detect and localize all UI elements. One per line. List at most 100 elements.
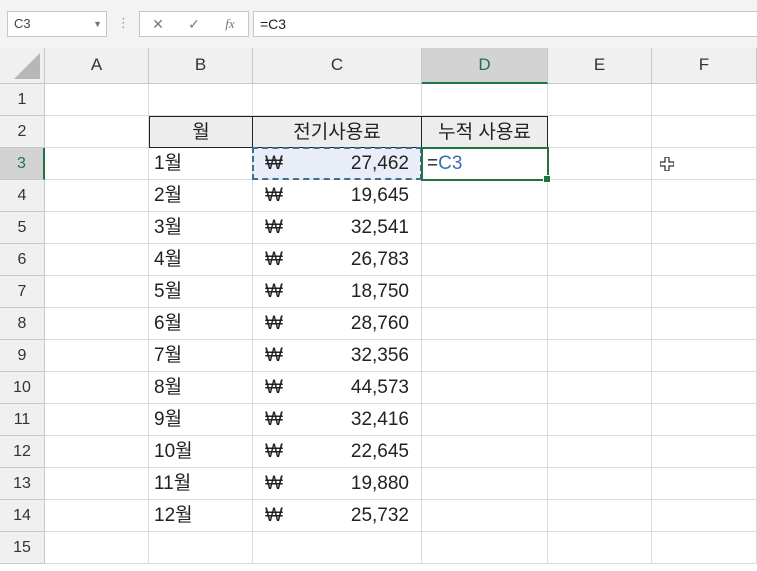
cell-a1[interactable] (45, 84, 149, 116)
cell-e4[interactable] (548, 180, 652, 212)
enter-icon[interactable]: ✓ (179, 12, 209, 36)
cell-d1[interactable] (422, 84, 548, 116)
row-header-11[interactable]: 11 (0, 404, 45, 436)
table-header-3[interactable]: 누적 사용료 (422, 116, 548, 148)
amount-cell[interactable]: ₩19,645 (253, 180, 422, 212)
cell-f4[interactable] (652, 180, 757, 212)
cell-d15[interactable] (422, 532, 548, 564)
cell-f5[interactable] (652, 212, 757, 244)
cell-f15[interactable] (652, 532, 757, 564)
row-header-14[interactable]: 14 (0, 500, 45, 532)
month-cell[interactable]: 11월 (149, 468, 253, 500)
cell-a5[interactable] (45, 212, 149, 244)
month-cell[interactable]: 3월 (149, 212, 253, 244)
cell-a3[interactable] (45, 148, 149, 180)
cell-e8[interactable] (548, 308, 652, 340)
month-cell[interactable]: 1월 (149, 148, 253, 180)
cell-f9[interactable] (652, 340, 757, 372)
cancel-icon[interactable]: ✕ (143, 12, 173, 36)
row-header-2[interactable]: 2 (0, 116, 45, 148)
insert-function-icon[interactable]: fx (215, 12, 245, 36)
row-header-13[interactable]: 13 (0, 468, 45, 500)
cell-a14[interactable] (45, 500, 149, 532)
column-header-b[interactable]: B (149, 48, 253, 84)
cell-d10[interactable] (422, 372, 548, 404)
cell-c1[interactable] (253, 84, 422, 116)
row-header-1[interactable]: 1 (0, 84, 45, 116)
cell-d11[interactable] (422, 404, 548, 436)
cell-e15[interactable] (548, 532, 652, 564)
amount-cell[interactable]: ₩22,645 (253, 436, 422, 468)
cell-f11[interactable] (652, 404, 757, 436)
row-header-6[interactable]: 6 (0, 244, 45, 276)
amount-cell[interactable]: ₩32,541 (253, 212, 422, 244)
cell-e12[interactable] (548, 436, 652, 468)
column-header-d[interactable]: D (422, 48, 548, 84)
cell-d13[interactable] (422, 468, 548, 500)
row-header-8[interactable]: 8 (0, 308, 45, 340)
cell-a11[interactable] (45, 404, 149, 436)
column-header-a[interactable]: A (45, 48, 149, 84)
cell-f1[interactable] (652, 84, 757, 116)
cell-d3-editing[interactable]: =C3 (422, 148, 548, 180)
month-cell[interactable]: 6월 (149, 308, 253, 340)
cell-a7[interactable] (45, 276, 149, 308)
cell-d5[interactable] (422, 212, 548, 244)
amount-cell[interactable]: ₩32,416 (253, 404, 422, 436)
amount-cell[interactable]: ₩44,573 (253, 372, 422, 404)
cell-d9[interactable] (422, 340, 548, 372)
cell-e3[interactable] (548, 148, 652, 180)
cell-e13[interactable] (548, 468, 652, 500)
select-all-button[interactable] (0, 48, 45, 84)
row-header-4[interactable]: 4 (0, 180, 45, 212)
cell-d12[interactable] (422, 436, 548, 468)
month-cell[interactable]: 10월 (149, 436, 253, 468)
month-cell[interactable]: 9월 (149, 404, 253, 436)
cell-a8[interactable] (45, 308, 149, 340)
cell-a9[interactable] (45, 340, 149, 372)
column-header-f[interactable]: F (652, 48, 757, 84)
cell-e11[interactable] (548, 404, 652, 436)
cell-e5[interactable] (548, 212, 652, 244)
cell-c15[interactable] (253, 532, 422, 564)
cell-f14[interactable] (652, 500, 757, 532)
month-cell[interactable]: 8월 (149, 372, 253, 404)
cell-d7[interactable] (422, 276, 548, 308)
table-header-1[interactable]: 월 (149, 116, 253, 148)
month-cell[interactable]: 7월 (149, 340, 253, 372)
cell-b15[interactable] (149, 532, 253, 564)
row-header-12[interactable]: 12 (0, 436, 45, 468)
cell-e9[interactable] (548, 340, 652, 372)
column-header-e[interactable]: E (548, 48, 652, 84)
month-cell[interactable]: 12월 (149, 500, 253, 532)
cell-e7[interactable] (548, 276, 652, 308)
cell-e14[interactable] (548, 500, 652, 532)
cell-e10[interactable] (548, 372, 652, 404)
month-cell[interactable]: 2월 (149, 180, 253, 212)
row-header-9[interactable]: 9 (0, 340, 45, 372)
more-options-icon[interactable]: ⋮ (117, 11, 130, 37)
amount-cell[interactable]: ₩19,880 (253, 468, 422, 500)
cell-d6[interactable] (422, 244, 548, 276)
cell-a6[interactable] (45, 244, 149, 276)
cell-f13[interactable] (652, 468, 757, 500)
month-cell[interactable]: 5월 (149, 276, 253, 308)
row-header-3[interactable]: 3 (0, 148, 45, 180)
cell-e6[interactable] (548, 244, 652, 276)
cell-a4[interactable] (45, 180, 149, 212)
cell-f8[interactable] (652, 308, 757, 340)
row-header-10[interactable]: 10 (0, 372, 45, 404)
row-header-7[interactable]: 7 (0, 276, 45, 308)
cell-f6[interactable] (652, 244, 757, 276)
cell-e2[interactable] (548, 116, 652, 148)
month-cell[interactable]: 4월 (149, 244, 253, 276)
amount-cell[interactable]: ₩18,750 (253, 276, 422, 308)
formula-input[interactable]: =C3 (253, 11, 757, 37)
cell-d4[interactable] (422, 180, 548, 212)
chevron-down-icon[interactable]: ▼ (93, 12, 102, 36)
row-header-15[interactable]: 15 (0, 532, 45, 564)
amount-cell[interactable]: ₩28,760 (253, 308, 422, 340)
cell-a2[interactable] (45, 116, 149, 148)
cell-d8[interactable] (422, 308, 548, 340)
cell-a12[interactable] (45, 436, 149, 468)
